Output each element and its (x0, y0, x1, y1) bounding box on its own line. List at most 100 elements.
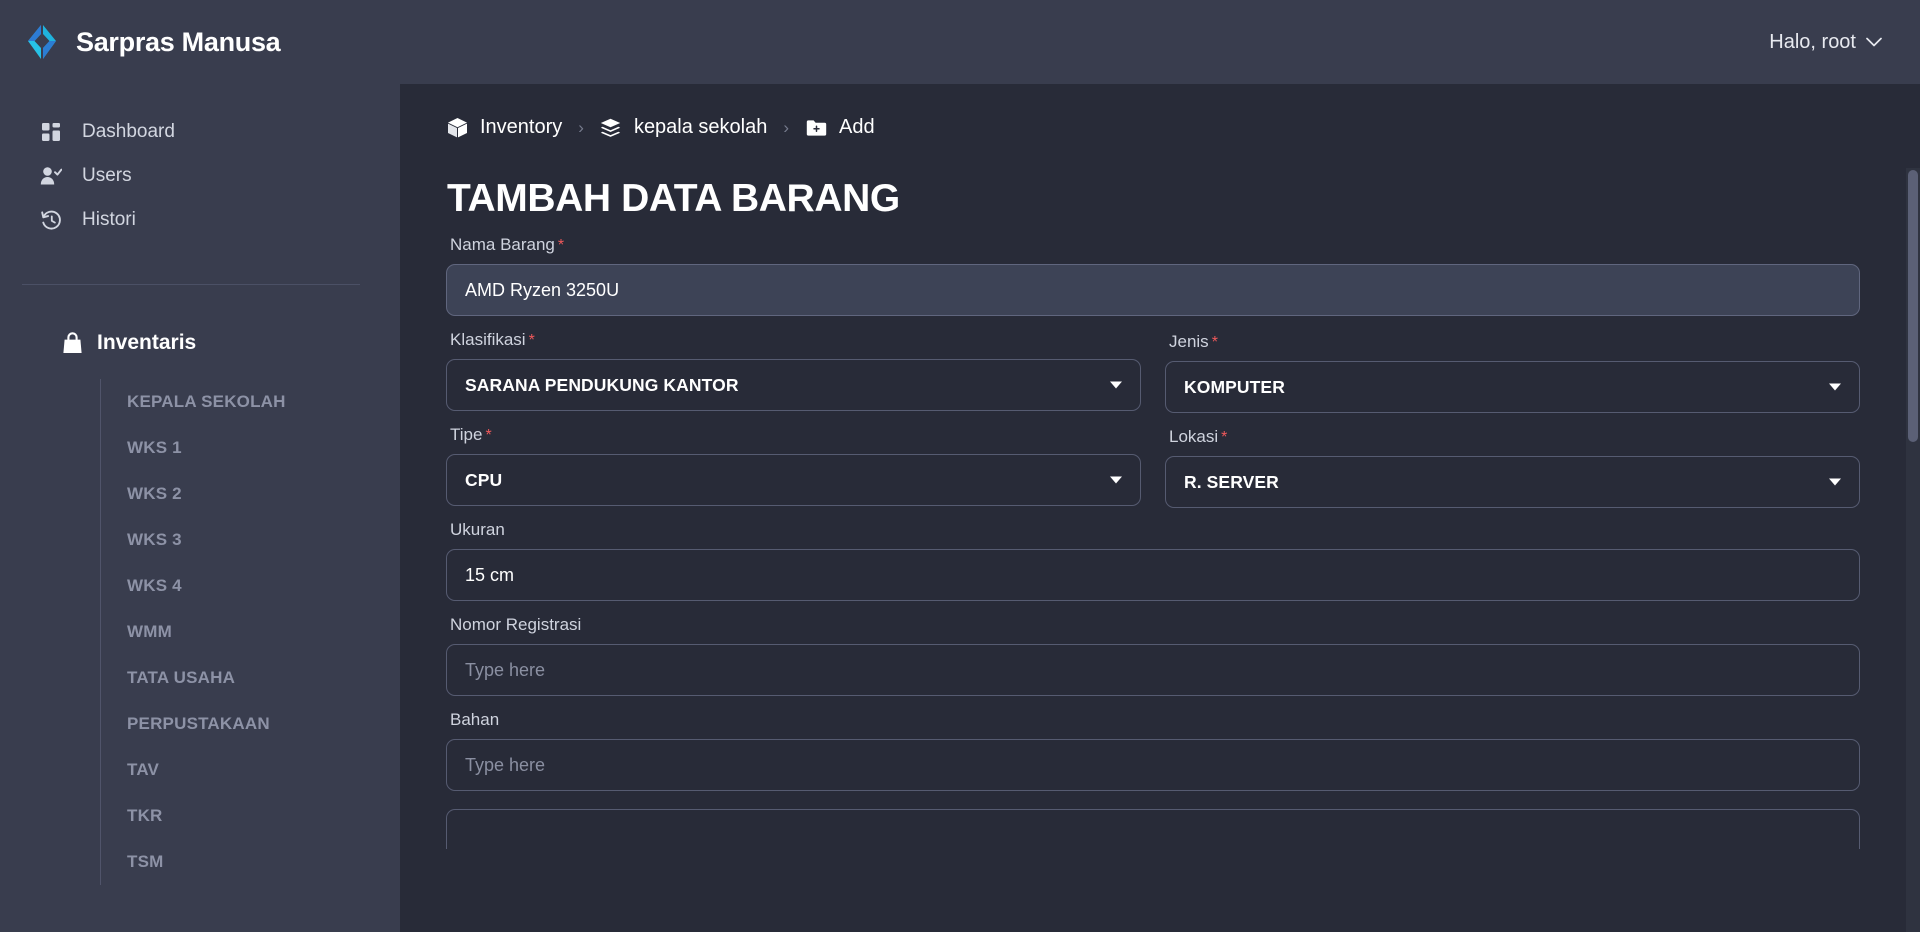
main-content: Inventory › kepala sekolah › Add TAMBAH … (400, 84, 1920, 932)
label-text: Klasifikasi (450, 330, 526, 349)
tipe-select[interactable]: CPU (446, 454, 1141, 506)
breadcrumb-label: Add (839, 116, 875, 138)
page-scrollbar-thumb[interactable] (1908, 170, 1918, 442)
sidebar-subitem-wks-4[interactable]: WKS 4 (101, 563, 400, 609)
row-klasifikasi-jenis: Klasifikasi * SARANA PENDUKUNG KANTOR Je… (446, 330, 1860, 425)
sidebar-sub-list: KEPALA SEKOLAH WKS 1 WKS 2 WKS 3 WKS 4 W… (100, 379, 400, 885)
sidebar-subitem-perpustakaan[interactable]: PERPUSTAKAAN (101, 701, 400, 747)
breadcrumb-label: Inventory (480, 116, 563, 138)
layers-icon (600, 117, 622, 139)
label-text: Bahan (450, 710, 500, 729)
lokasi-select[interactable]: R. SERVER (1165, 456, 1860, 508)
label-text: Lokasi (1169, 427, 1219, 446)
nomor-registrasi-placeholder: Type here (465, 659, 546, 680)
breadcrumb-separator: › (578, 117, 584, 137)
sidebar-section-label: Inventaris (97, 331, 197, 354)
label-ukuran: Ukuran (450, 520, 1860, 540)
box-icon (446, 117, 468, 139)
breadcrumb-label: kepala sekolah (633, 116, 768, 138)
sidebar-subitem-kepala-sekolah[interactable]: KEPALA SEKOLAH (101, 379, 400, 425)
body-wrapper: Dashboard Users Histori Inventaris KEPAL… (0, 84, 1920, 932)
user-menu-label: Halo, root (1769, 30, 1856, 53)
user-menu-button[interactable]: Halo, root (1769, 31, 1886, 54)
sidebar-subitem-tav[interactable]: TAV (101, 747, 400, 793)
col-tipe: Tipe * CPU (446, 425, 1141, 520)
label-lokasi: Lokasi * (1169, 427, 1860, 447)
sidebar: Dashboard Users Histori Inventaris KEPAL… (0, 84, 400, 932)
folder-plus-icon (805, 117, 827, 139)
sidebar-item-label: Users (82, 165, 132, 186)
breadcrumb-item-add[interactable]: Add (805, 116, 875, 139)
nama-barang-value: AMD Ryzen 3250U (465, 279, 620, 300)
lokasi-value: R. SERVER (1184, 471, 1279, 492)
sidebar-subitem-tsm[interactable]: TSM (101, 839, 400, 885)
app-root: Sarpras Manusa Halo, root Dashboard User… (0, 0, 1920, 932)
content-container: Inventory › kepala sekolah › Add TAMBAH … (422, 84, 1884, 849)
chevron-down-icon (1866, 37, 1882, 47)
nomor-registrasi-input[interactable]: Type here (446, 644, 1860, 696)
breadcrumb-item-kepala-sekolah[interactable]: kepala sekolah (600, 116, 767, 139)
sidebar-item-label: Histori (82, 209, 136, 230)
label-nomor-registrasi: Nomor Registrasi (450, 615, 1860, 635)
sidebar-subitem-wks-3[interactable]: WKS 3 (101, 517, 400, 563)
required-marker: * (485, 427, 492, 444)
field-nama-barang: Nama Barang * AMD Ryzen 3250U (446, 235, 1860, 316)
sidebar-section-inventaris[interactable]: Inventaris (0, 285, 400, 355)
sidebar-item-dashboard[interactable]: Dashboard (0, 110, 400, 154)
col-jenis: Jenis * KOMPUTER (1165, 332, 1860, 427)
ukuran-input[interactable]: 15 cm (446, 549, 1860, 601)
bag-icon (62, 332, 83, 354)
field-tipe: Tipe * CPU (446, 425, 1141, 506)
sidebar-subitem-wks-2[interactable]: WKS 2 (101, 471, 400, 517)
label-klasifikasi: Klasifikasi * (450, 330, 1141, 350)
label-jenis: Jenis * (1169, 332, 1860, 352)
sidebar-subitem-wks-1[interactable]: WKS 1 (101, 425, 400, 471)
sidebar-subitem-wmm[interactable]: WMM (101, 609, 400, 655)
chevron-down-icon (1829, 478, 1841, 486)
brand-name: Sarpras Manusa (76, 26, 281, 57)
label-text: Nama Barang (450, 235, 555, 254)
sidebar-subitem-tkr[interactable]: TKR (101, 793, 400, 839)
chevron-down-icon (1110, 381, 1122, 389)
breadcrumb: Inventory › kepala sekolah › Add (446, 84, 1860, 139)
jenis-select[interactable]: KOMPUTER (1165, 361, 1860, 413)
label-tipe: Tipe * (450, 425, 1141, 445)
tambah-barang-form: Nama Barang * AMD Ryzen 3250U Klasifikasi… (446, 235, 1860, 849)
next-field-partial[interactable] (446, 809, 1860, 849)
brand[interactable]: Sarpras Manusa (22, 22, 281, 62)
sidebar-subitem-tata-usaha[interactable]: TATA USAHA (101, 655, 400, 701)
required-marker: * (1221, 429, 1228, 446)
field-bahan: Bahan Type here (446, 710, 1860, 791)
field-lokasi: Lokasi * R. SERVER (1165, 427, 1860, 508)
required-marker: * (557, 237, 565, 254)
field-nomor-registrasi: Nomor Registrasi Type here (446, 615, 1860, 696)
tipe-value: CPU (465, 469, 503, 490)
klasifikasi-value: SARANA PENDUKUNG KANTOR (465, 374, 739, 395)
sidebar-item-histori[interactable]: Histori (0, 198, 400, 242)
label-text: Jenis (1169, 332, 1209, 351)
page-scrollbar[interactable] (1906, 168, 1920, 932)
col-lokasi: Lokasi * R. SERVER (1165, 427, 1860, 522)
breadcrumb-item-inventory[interactable]: Inventory (446, 116, 562, 139)
bahan-placeholder: Type here (465, 754, 546, 775)
grid-dashboard-icon (40, 121, 62, 143)
label-text: Ukuran (450, 520, 505, 539)
bahan-input[interactable]: Type here (446, 739, 1860, 791)
label-bahan: Bahan (450, 710, 1860, 730)
nama-barang-input[interactable]: AMD Ryzen 3250U (446, 264, 1860, 316)
sidebar-item-label: Dashboard (82, 121, 175, 142)
ukuran-value: 15 cm (465, 564, 515, 585)
page-title: TAMBAH DATA BARANG (447, 177, 900, 220)
label-nama-barang: Nama Barang * (450, 235, 1860, 255)
jenis-value: KOMPUTER (1184, 376, 1285, 397)
label-text: Tipe (450, 425, 483, 444)
row-tipe-lokasi: Tipe * CPU Lokasi * R. SERVER (446, 425, 1860, 520)
field-klasifikasi: Klasifikasi * SARANA PENDUKUNG KANTOR (446, 330, 1141, 411)
sidebar-item-users[interactable]: Users (0, 154, 400, 198)
clock-rewind-icon (40, 209, 62, 231)
required-marker: * (528, 332, 535, 349)
klasifikasi-select[interactable]: SARANA PENDUKUNG KANTOR (446, 359, 1141, 411)
user-check-icon (40, 165, 62, 187)
field-ukuran: Ukuran 15 cm (446, 520, 1860, 601)
breadcrumb-separator: › (783, 117, 790, 137)
